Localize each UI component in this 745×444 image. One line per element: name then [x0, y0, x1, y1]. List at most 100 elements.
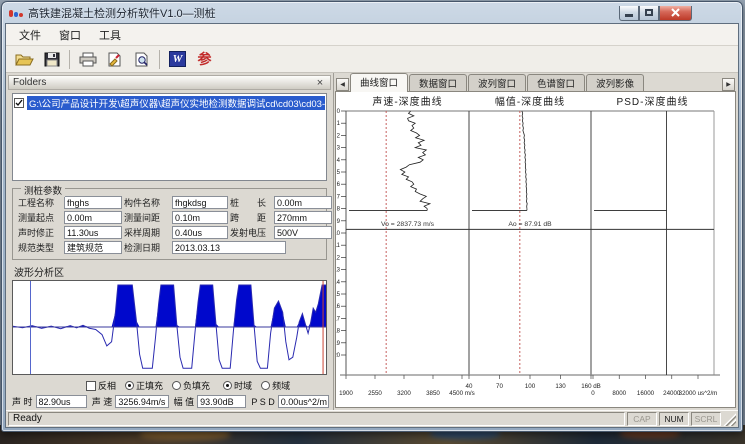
word-report-button[interactable]: W — [164, 48, 191, 71]
tab-wavetrain-window[interactable]: 波列窗口 — [468, 74, 526, 92]
param-row: 测量起点0.00m测量间距0.10m跨 距270mm — [18, 211, 322, 224]
file-list[interactable]: G:\公司产品设计开发\超声仪器\超声仪实地检测数据调试cd\cd03\cd03… — [12, 93, 327, 181]
fill-negative-control[interactable]: 负填充 — [172, 379, 210, 392]
print-preview-button[interactable] — [128, 48, 155, 71]
parameters-icon: 参 — [198, 49, 212, 69]
menu-window[interactable]: 窗口 — [50, 24, 90, 46]
param-row: 声时修正11.30us采样周期0.40us发射电压500V — [18, 226, 322, 239]
param-label-span-distance: 跨 距 — [230, 211, 272, 224]
reading-field-sound-velocity[interactable]: 3256.94m/s — [115, 395, 168, 408]
file-list-item[interactable]: G:\公司产品设计开发\超声仪器\超声仪实地检测数据调试cd\cd03\cd03… — [14, 96, 325, 109]
tab-curve-window[interactable]: 曲线窗口 — [350, 73, 408, 92]
svg-text:6: 6 — [337, 182, 341, 188]
title-bar[interactable]: 高铁建混凝土检测分析软件V1.0—测桩 — [2, 2, 742, 22]
svg-text:16: 16 — [336, 304, 341, 310]
reading-label-psd: P S D — [251, 397, 274, 407]
folders-caption[interactable]: Folders × — [8, 75, 331, 90]
chart-panel: ◀ 曲线窗口数据窗口波列窗口色谱窗口波列影像 ▶ 声速-深度曲线幅值-深度曲线P… — [334, 73, 738, 410]
reading-field-sound-time[interactable]: 82.90us — [36, 395, 87, 408]
maximize-button[interactable] — [639, 6, 659, 21]
tab-data-window[interactable]: 数据窗口 — [409, 74, 467, 92]
menu-tools[interactable]: 工具 — [90, 24, 130, 46]
resize-grip[interactable] — [723, 413, 736, 426]
svg-text:7: 7 — [337, 194, 341, 200]
freq-domain-control[interactable]: 频域 — [261, 379, 290, 392]
close-icon — [671, 8, 680, 17]
tab-wavetrain-image[interactable]: 波列影像 — [586, 74, 644, 92]
reading-label-amplitude: 幅 值 — [174, 395, 195, 408]
param-field-test-date[interactable]: 2013.03.13 — [172, 241, 286, 254]
fill-negative-radio[interactable] — [172, 381, 181, 390]
reading-field-amplitude[interactable]: 93.90dB — [197, 395, 246, 408]
invert-checkbox[interactable] — [86, 381, 96, 391]
param-field-sound-time-correction[interactable]: 11.30us — [64, 226, 122, 239]
svg-text:8: 8 — [337, 207, 341, 213]
param-label-component-name: 构件名称 — [124, 196, 170, 209]
chart-header-amplitude: 幅值-深度曲线 — [469, 93, 591, 108]
param-row: 规范类型建筑规范检测日期2013.03.13 — [18, 241, 322, 254]
param-label-project-name: 工程名称 — [18, 196, 62, 209]
folders-close-icon[interactable]: × — [314, 78, 326, 88]
svg-text:12: 12 — [336, 255, 341, 261]
param-field-measure-interval[interactable]: 0.10m — [172, 211, 228, 224]
menu-file[interactable]: 文件 — [10, 24, 50, 46]
param-label-measure-start: 测量起点 — [18, 211, 62, 224]
fill-positive-radio[interactable] — [125, 381, 134, 390]
maximize-icon — [645, 9, 653, 16]
status-message: Ready — [8, 412, 625, 426]
toolbar-separator — [159, 50, 160, 69]
svg-text:19: 19 — [336, 341, 341, 347]
save-button[interactable] — [38, 48, 65, 71]
svg-text:0: 0 — [591, 390, 595, 397]
file-checkbox[interactable] — [14, 98, 24, 108]
param-field-standard-type[interactable]: 建筑规范 — [64, 241, 122, 254]
print-preview-icon — [134, 52, 149, 67]
svg-text:160 dB: 160 dB — [581, 383, 601, 390]
tab-scroll-right-icon[interactable]: ▶ — [722, 78, 735, 91]
param-field-component-name[interactable]: fhgkdsg — [172, 196, 228, 209]
file-path-label: G:\公司产品设计开发\超声仪器\超声仪实地检测数据调试cd\cd03\cd03… — [27, 96, 325, 110]
export-button[interactable] — [101, 48, 128, 71]
svg-text:13: 13 — [336, 268, 341, 274]
param-label-sampling-period: 采样周期 — [124, 226, 170, 239]
minimize-icon — [625, 14, 633, 17]
word-icon: W — [169, 51, 186, 67]
caps-lock-indicator: CAP — [627, 412, 657, 426]
time-domain-control[interactable]: 时域 — [223, 379, 252, 392]
open-folder-icon — [15, 52, 34, 67]
svg-text:14: 14 — [336, 280, 341, 286]
tab-scroll-left-icon[interactable]: ◀ — [336, 78, 349, 91]
print-button[interactable] — [74, 48, 101, 71]
parameters-button[interactable]: 参 — [191, 48, 218, 71]
param-label-standard-type: 规范类型 — [18, 241, 62, 254]
param-label-pile-length: 桩 长 — [230, 196, 272, 209]
time-domain-radio[interactable] — [223, 381, 232, 390]
param-field-sampling-period[interactable]: 0.40us — [172, 226, 228, 239]
fill-positive-control[interactable]: 正填充 — [125, 379, 163, 392]
param-field-measure-start[interactable]: 0.00m — [64, 211, 122, 224]
param-field-pile-length[interactable]: 0.00m — [274, 196, 332, 209]
svg-text:17: 17 — [336, 316, 341, 322]
svg-text:9: 9 — [337, 219, 341, 225]
invert-control[interactable]: 反相 — [86, 379, 116, 392]
param-label-measure-interval: 测量间距 — [124, 211, 170, 224]
readings-row: 声 时82.90us声 速3256.94m/s幅 值93.90dBP S D0.… — [10, 395, 329, 408]
num-lock-indicator: NUM — [659, 412, 689, 426]
close-button[interactable] — [659, 6, 692, 21]
svg-text:100: 100 — [525, 383, 536, 390]
svg-text:3: 3 — [337, 146, 341, 152]
reading-field-psd[interactable]: 0.00us^2/m — [278, 395, 329, 408]
param-field-transmit-voltage[interactable]: 500V — [274, 226, 332, 239]
open-button[interactable] — [11, 48, 38, 71]
tab-spectrum-window[interactable]: 色谱窗口 — [527, 74, 585, 92]
folders-title: Folders — [13, 77, 46, 88]
freq-domain-radio[interactable] — [261, 381, 270, 390]
param-field-span-distance[interactable]: 270mm — [274, 211, 332, 224]
param-field-project-name[interactable]: fhghs — [64, 196, 122, 209]
depth-curves-chart[interactable]: 0123456789101112131415161718192019002550… — [336, 107, 736, 404]
svg-text:Vo = 2837.73 m/s: Vo = 2837.73 m/s — [381, 221, 435, 228]
reading-label-sound-time: 声 时 — [12, 395, 33, 408]
waveform-plot[interactable] — [12, 280, 327, 375]
svg-text:3850: 3850 — [426, 390, 440, 397]
minimize-button[interactable] — [619, 6, 639, 21]
